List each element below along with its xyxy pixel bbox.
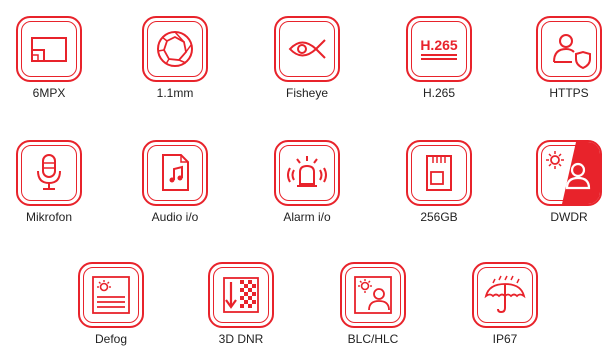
feature-blc-hlc: BLC/HLC [338,262,408,346]
feature-tile [340,262,406,328]
feature-tile [142,140,208,206]
feature-fisheye: Fisheye [272,16,342,100]
feature-label: 3D DNR [218,332,264,346]
feature-label: 256GB [420,210,458,224]
feature-sd-card: 256GB [404,140,474,224]
feature-https: HTTPS [534,16,604,100]
feature-label: Audio i/o [151,210,199,224]
feature-alarm: Alarm i/o [272,140,342,224]
feature-microphone: Mikrofon [14,140,84,224]
user-shield-icon [553,34,591,70]
feature-label: 1.1mm [156,86,194,100]
feature-label: Alarm i/o [283,210,331,224]
feature-label: HTTPS [549,86,589,100]
sd-card-icon [426,155,452,191]
alarm-siren-icon [287,156,327,187]
h265-codec-icon: H.265 [420,37,458,60]
feature-tile: H.265 [406,16,472,82]
h265-icon-text: H.265 [420,37,458,53]
feature-lens: 1.1mm [140,16,210,100]
feature-label: H.265 [422,86,456,100]
aperture-lens-icon [157,31,193,67]
feature-tile [142,16,208,82]
feature-label: IP67 [492,332,518,346]
audio-file-icon [162,154,189,191]
feature-tile [274,16,340,82]
feature-tile [406,140,472,206]
feature-tile [274,140,340,206]
feature-tile [536,16,602,82]
fisheye-eye-icon [288,39,326,59]
feature-dwdr: DWDR [534,140,604,224]
feature-label: Fisheye [285,86,329,100]
feature-tile [16,140,82,206]
feature-tile [78,262,144,328]
feature-label: 6MPX [32,86,66,100]
feature-3d-dnr: 3D DNR [206,262,276,346]
feature-label: DWDR [550,210,588,224]
resolution-icon [31,37,67,62]
backlight-compensation-icon [354,276,392,314]
feature-6mpx: 6MPX [14,16,84,100]
feature-h265: H.265 H.265 [404,16,474,100]
feature-audio: Audio i/o [140,140,210,224]
feature-label: Mikrofon [25,210,72,224]
feature-tile [536,140,602,206]
feature-label: Defog [94,332,128,346]
defog-sun-icon [92,276,130,314]
feature-ip67: IP67 [470,262,540,346]
feature-label: BLC/HLC [347,332,399,346]
dwdr-sun-person-icon [546,142,600,204]
microphone-icon [37,154,61,190]
umbrella-rain-icon [484,275,526,314]
noise-reduction-icon [223,277,259,313]
feature-tile [208,262,274,328]
feature-tile [472,262,538,328]
feature-tile [16,16,82,82]
feature-defog: Defog [76,262,146,346]
